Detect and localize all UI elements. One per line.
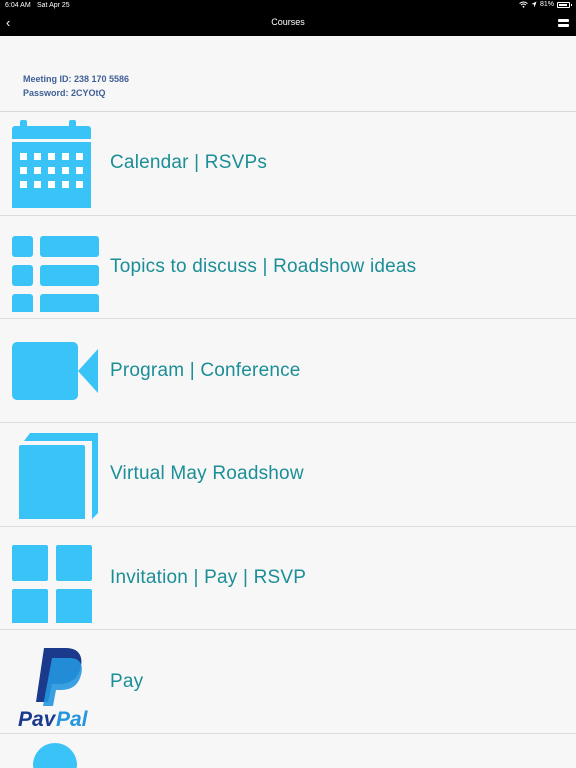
list-item-label: Program | Conference — [110, 359, 301, 381]
svg-text:Pal: Pal — [56, 708, 89, 726]
svg-text:Pay: Pay — [18, 708, 57, 726]
page-title: Courses — [271, 17, 305, 27]
status-bar: 6:04 AM Sat Apr 25 81% — [0, 0, 576, 12]
course-list: Calendar | RSVPs Topics to discuss | Roa… — [0, 112, 576, 768]
list-item-label: Topics to discuss | Roadshow ideas — [110, 256, 417, 278]
status-date: Sat Apr 25 — [37, 2, 70, 9]
list-item-label: Invitation | Pay | RSVP — [110, 567, 307, 589]
list-item-label: Calendar | RSVPs — [110, 152, 268, 174]
list-item-partial[interactable] — [0, 734, 576, 768]
list-item-virtual-roadshow[interactable]: Virtual May Roadshow — [0, 423, 576, 527]
list-item-calendar[interactable]: Calendar | RSVPs — [0, 112, 576, 216]
calendar-icon — [12, 120, 91, 208]
meeting-info: Meeting ID: 238 170 5586 Password: 2CYOt… — [23, 72, 129, 100]
battery-percent: 81% — [539, 1, 554, 8]
grid-icon — [12, 544, 92, 623]
meeting-id: Meeting ID: 238 170 5586 — [23, 74, 130, 84]
meeting-password: Password: 2CYOtQ — [23, 88, 106, 98]
location-icon — [531, 1, 537, 8]
list-icon — [12, 235, 99, 312]
status-time: 6:04 AM — [5, 2, 31, 9]
list-item-invitation[interactable]: Invitation | Pay | RSVP — [0, 526, 576, 631]
list-item-program[interactable]: Program | Conference — [0, 319, 576, 424]
menu-icon[interactable] — [558, 19, 569, 29]
navigation-bar: ‹ Courses — [0, 12, 576, 36]
battery-icon — [557, 1, 572, 8]
book-icon — [19, 433, 98, 520]
status-indicators: 81% — [519, 1, 572, 8]
circle-icon — [33, 743, 77, 768]
list-item-topics[interactable]: Topics to discuss | Roadshow ideas — [0, 215, 576, 320]
list-item-label: Virtual May Roadshow — [110, 463, 304, 485]
paypal-logo: Pay Pal — [18, 648, 89, 726]
wifi-icon — [519, 1, 528, 8]
list-item-label: Pay — [110, 670, 144, 692]
video-camera-icon — [12, 342, 98, 401]
list-item-pay[interactable]: Pay Pal Pay — [0, 630, 576, 735]
